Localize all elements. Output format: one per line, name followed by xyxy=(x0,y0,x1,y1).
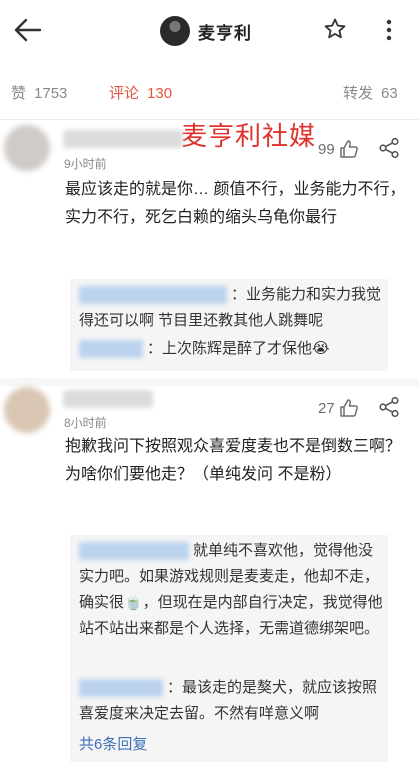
reply-username-blurred[interactable] xyxy=(79,340,143,359)
like-count: 99 xyxy=(318,140,335,158)
tab-comments[interactable]: 评论 130 xyxy=(109,82,172,103)
tab-reposts-count: 63 xyxy=(381,85,398,102)
reply-text: ：上次陈辉是醉了才保他😭 xyxy=(147,340,330,357)
watermark: 麦亨利社媒 xyxy=(181,121,317,151)
tab-reposts[interactable]: 转发 63 xyxy=(343,82,398,103)
tab-comments-count: 130 xyxy=(147,85,173,102)
reply-item[interactable]: 就单纯不喜欢他，觉得他没实力吧。如果游戏规则是麦麦走，他却不走，确实很🍵，但现在… xyxy=(79,538,385,642)
reply-username-blurred[interactable] xyxy=(79,542,189,561)
tab-bar: 赞 1753 评论 130 转发 63 xyxy=(0,62,419,120)
comment-time: 9小时前 xyxy=(64,157,107,171)
arrow-left-icon[interactable] xyxy=(12,16,44,44)
top-bar: 麦亨利 xyxy=(0,0,419,62)
like-button[interactable]: 99 xyxy=(318,139,359,159)
comment-text: 最应该走的就是你… 颜值不行，业务能力不行，实力不行，死乞白赖的缩头乌龟你最行 xyxy=(65,181,406,226)
reply-list: ：业务能力和实力我觉得还可以啊 节目里还教其他人跳舞呢 ：上次陈辉是醉了才保他😭 xyxy=(70,279,388,371)
like-button[interactable]: 27 xyxy=(318,398,359,418)
share-icon[interactable] xyxy=(378,137,400,159)
reply-item[interactable]: ：业务能力和实力我觉得还可以啊 节目里还教其他人跳舞呢 xyxy=(79,282,385,334)
more-replies-link[interactable]: 共6条回复 xyxy=(79,733,147,754)
avatar[interactable] xyxy=(160,16,190,46)
reply-item[interactable]: ：最该走的是獒犬，就应该按照喜爱度来决定去留。不然有咩意义啊 xyxy=(79,675,385,727)
avatar[interactable] xyxy=(4,387,50,433)
comment-time: 8小时前 xyxy=(64,416,107,430)
reply-username-blurred[interactable] xyxy=(79,286,227,305)
thumbs-up-icon xyxy=(339,140,358,158)
avatar[interactable] xyxy=(4,125,50,171)
tab-likes-count: 1753 xyxy=(34,85,68,102)
username-blurred[interactable] xyxy=(63,130,183,148)
star-icon[interactable] xyxy=(323,17,347,41)
divider xyxy=(0,378,419,386)
tab-likes[interactable]: 赞 1753 xyxy=(11,82,67,103)
tab-likes-label: 赞 xyxy=(11,85,27,102)
page-header: 麦亨利 xyxy=(160,14,252,48)
reply-list: 就单纯不喜欢他，觉得他没实力吧。如果游戏规则是麦麦走，他却不走，确实很🍵，但现在… xyxy=(70,535,388,762)
tab-reposts-label: 转发 xyxy=(343,85,374,102)
like-count: 27 xyxy=(318,399,335,417)
reply-item[interactable]: ：上次陈辉是醉了才保他😭 xyxy=(79,336,385,362)
tab-comments-label: 评论 xyxy=(109,85,140,102)
page-title: 麦亨利 xyxy=(198,23,252,43)
reply-username-blurred[interactable] xyxy=(79,679,163,698)
thumbs-up-icon xyxy=(339,399,358,417)
more-vertical-icon[interactable] xyxy=(382,16,396,44)
share-icon[interactable] xyxy=(378,396,400,418)
username-blurred[interactable] xyxy=(63,390,153,408)
comment-text: 抱歉我问下按照观众喜爱度麦也不是倒数三啊？为啥你们要他走？（单纯发问 不是粉） xyxy=(65,438,402,483)
